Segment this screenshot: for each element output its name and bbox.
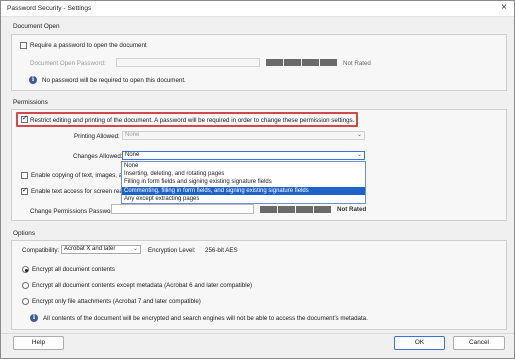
enable-screen-reader-label: Enable text access for screen reade xyxy=(31,188,130,195)
encrypt-all-radio[interactable] xyxy=(22,266,29,273)
dropdown-option[interactable]: None xyxy=(122,162,365,170)
encrypt-all-label: Encrypt all document contents xyxy=(32,266,115,273)
info-icon: i xyxy=(29,76,37,84)
printing-allowed-select[interactable]: None ⌄ xyxy=(122,131,365,140)
document-open-password-field[interactable] xyxy=(116,58,260,67)
changes-allowed-label: Changes Allowed: xyxy=(73,153,123,160)
ok-button[interactable]: OK xyxy=(394,336,445,350)
strength-bar-segment xyxy=(314,206,331,213)
strength-bar-segment xyxy=(296,206,313,213)
change-permissions-password-label: Change Permissions Password: xyxy=(30,208,118,215)
restrict-editing-checkbox[interactable] xyxy=(21,114,28,123)
permissions-section-label: Permissions xyxy=(13,99,48,106)
dropdown-option[interactable]: Filling in form fields and signing exist… xyxy=(122,178,365,186)
chevron-down-icon: ⌄ xyxy=(132,246,138,252)
encryption-level-label: Encryption Level: xyxy=(148,247,196,254)
document-open-section-label: Document Open xyxy=(13,23,60,30)
restrict-editing-label: Restrict editing and printing of the doc… xyxy=(30,117,355,124)
compatibility-select[interactable]: Acrobat X and later ⌄ xyxy=(61,245,141,254)
compatibility-value: Acrobat X and later xyxy=(64,246,116,252)
changes-allowed-select[interactable]: None ⌄ xyxy=(122,151,365,160)
encryption-level-value: 256-bit AES xyxy=(205,247,238,254)
strength-bar-segment xyxy=(320,59,337,66)
permissions-strength-label: Not Rated xyxy=(337,206,367,213)
cancel-button[interactable]: Cancel xyxy=(453,336,505,350)
dropdown-option-highlighted[interactable]: Commenting, filling in form fields, and … xyxy=(122,186,365,195)
chevron-down-icon: ⌄ xyxy=(356,152,362,158)
changes-allowed-dropdown-list[interactable]: None Inserting, deleting, and rotating p… xyxy=(121,161,366,204)
options-info-text: All contents of the document will be enc… xyxy=(43,315,368,322)
require-password-checkbox[interactable] xyxy=(20,42,27,49)
strength-bar-segment xyxy=(278,206,295,213)
encrypt-attachments-radio[interactable] xyxy=(22,298,29,305)
enable-copying-label: Enable copying of text, images, an xyxy=(31,172,126,179)
footer-separator xyxy=(1,333,514,334)
strength-bar-segment xyxy=(284,59,301,66)
encrypt-except-metadata-radio[interactable] xyxy=(22,282,29,289)
dropdown-option[interactable]: Any except extracting pages xyxy=(122,195,365,203)
document-open-strength-meter xyxy=(266,59,337,66)
strength-bar-segment xyxy=(260,206,277,213)
window-title: Password Security - Settings xyxy=(7,5,92,12)
enable-copying-checkbox[interactable] xyxy=(21,172,28,179)
help-button[interactable]: Help xyxy=(13,336,64,350)
chevron-down-icon: ⌄ xyxy=(356,132,362,138)
encrypt-attachments-label: Encrypt only file attachments (Acrobat 7… xyxy=(32,298,201,305)
changes-allowed-value: None xyxy=(125,152,140,158)
permissions-strength-meter xyxy=(260,206,331,213)
compatibility-label: Compatibility: xyxy=(22,247,60,254)
change-permissions-password-field[interactable] xyxy=(111,204,254,214)
title-bar: Password Security - Settings × xyxy=(1,1,514,17)
enable-screen-reader-checkbox[interactable] xyxy=(21,186,28,195)
info-icon: i xyxy=(30,314,38,322)
close-icon[interactable]: × xyxy=(501,3,507,13)
strength-bar-segment xyxy=(266,59,283,66)
dropdown-option[interactable]: Inserting, deleting, and rotating pages xyxy=(122,170,365,178)
strength-bar-segment xyxy=(302,59,319,66)
password-security-dialog: Password Security - Settings × Document … xyxy=(0,0,515,359)
document-open-strength-label: Not Rated xyxy=(343,60,371,67)
document-open-password-label: Document Open Password: xyxy=(30,60,106,67)
printing-allowed-value: None xyxy=(125,132,140,138)
document-open-info-text: No password will be required to open thi… xyxy=(42,77,186,84)
encrypt-except-metadata-label: Encrypt all document contents except met… xyxy=(32,282,253,289)
options-section-label: Options xyxy=(13,230,36,237)
printing-allowed-label: Printing Allowed: xyxy=(74,133,120,140)
require-password-label: Require a password to open the document xyxy=(30,42,147,49)
